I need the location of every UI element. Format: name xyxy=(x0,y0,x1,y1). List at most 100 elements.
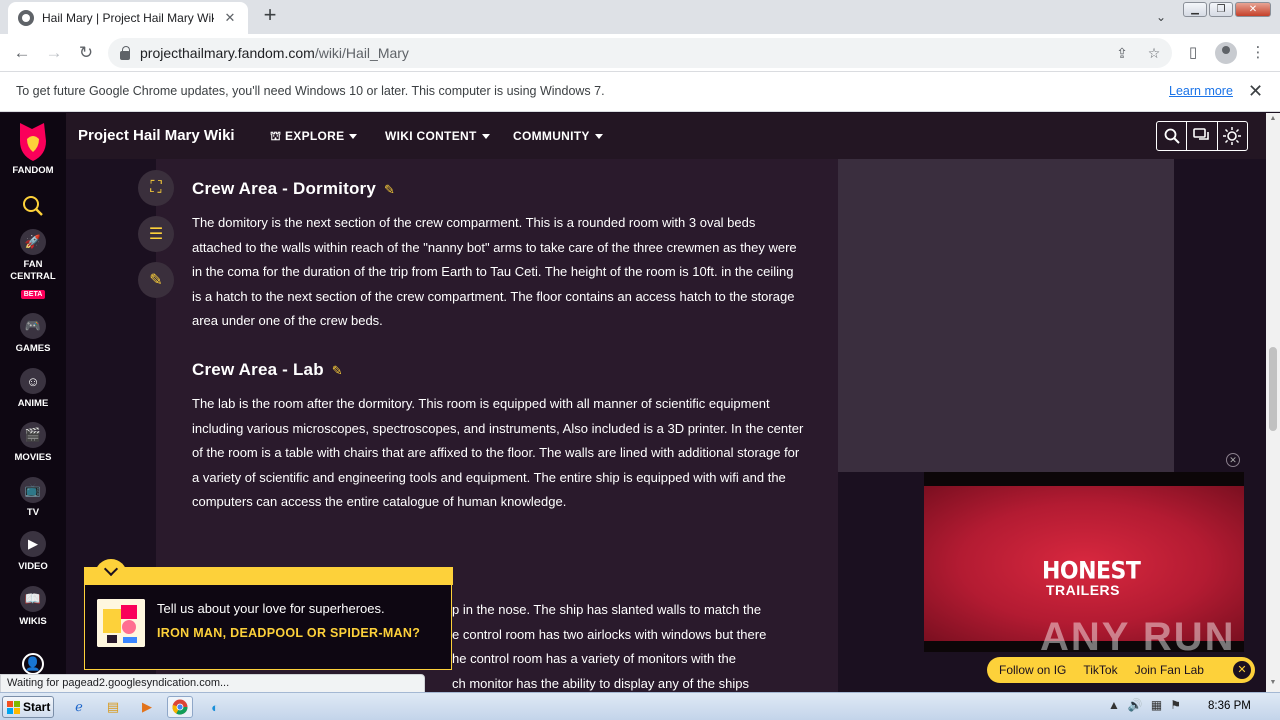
discussions-icon[interactable] xyxy=(1187,122,1218,150)
chrome-menu-icon[interactable]: ⋮ xyxy=(1247,42,1269,64)
beta-badge: BETA xyxy=(20,290,46,299)
rail-item-video[interactable]: ▶ VIDEO xyxy=(0,531,66,573)
action-center-flag-icon[interactable]: ⚑ xyxy=(1170,698,1181,712)
address-bar[interactable]: projecthailmary.fandom.com/wiki/Hail_Mar… xyxy=(108,38,1172,68)
new-tab-button[interactable]: + xyxy=(258,4,282,28)
scroll-up-icon[interactable]: ▲ xyxy=(1269,115,1277,122)
browser-status-bubble: Waiting for pagead2.googlesyndication.co… xyxy=(0,674,425,693)
scroll-down-icon[interactable]: ▼ xyxy=(1269,679,1277,686)
windows-logo-icon xyxy=(7,700,20,714)
back-arrow-icon[interactable]: ← xyxy=(10,41,34,65)
explore-menu[interactable]: ⛫ EXPLORE xyxy=(270,129,358,145)
scrollbar-thumb[interactable] xyxy=(1269,347,1277,431)
url-text: projecthailmary.fandom.com/wiki/Hail_Mar… xyxy=(140,45,409,61)
dormitory-paragraph: The domitory is the next section of the … xyxy=(192,215,797,328)
rail-item-games[interactable]: 🎮 GAMES xyxy=(0,313,66,355)
fandom-logo[interactable]: FANDOM xyxy=(0,119,66,177)
profile-avatar-icon[interactable] xyxy=(1215,42,1237,64)
edit-section-icon[interactable]: ✎ xyxy=(384,182,395,197)
fullscreen-icon[interactable]: ⛶ xyxy=(138,170,174,206)
follow-instagram-link[interactable]: Follow on IG xyxy=(999,663,1066,677)
rail-label-fan-central: FAN CENTRAL xyxy=(10,259,56,282)
bookmark-star-icon[interactable]: ☆ xyxy=(1144,43,1164,63)
chevron-down-icon xyxy=(481,134,490,140)
volume-icon[interactable]: 🔊 xyxy=(1128,698,1143,712)
browser-tab[interactable]: Hail Mary | Project Hail Mary Wiki | F ✕ xyxy=(8,2,248,34)
tray-expand-icon[interactable]: ▲ xyxy=(1108,698,1120,712)
rail-item-anime[interactable]: ☺ ANIME xyxy=(0,368,66,410)
page-scrollbar[interactable]: ▲ ▼ xyxy=(1266,113,1280,692)
gamepad-icon: 🎮 xyxy=(20,313,46,339)
update-infobar: To get future Google Chrome updates, you… xyxy=(0,72,1280,112)
restore-button[interactable]: ❐ xyxy=(1209,2,1233,17)
theme-sun-icon[interactable] xyxy=(1218,122,1247,150)
rail-search[interactable] xyxy=(0,195,66,217)
fandom-logo-label: FANDOM xyxy=(12,165,54,176)
anime-face-icon: ☺ xyxy=(20,368,46,394)
control-room-paragraph-partial: p in the nose. The ship has slanted wall… xyxy=(452,602,767,691)
learn-more-link[interactable]: Learn more xyxy=(1169,84,1233,98)
reload-icon[interactable]: ↻ xyxy=(74,41,98,65)
internet-explorer-icon[interactable]: ℯ xyxy=(66,696,92,718)
windows-taskbar: Start ℯ ▤ ▶ ◐ ▲ 🔊 ▦ ⚑ 8:36 PM xyxy=(0,692,1280,720)
section-heading-lab: Crew Area - Lab ✎ xyxy=(192,360,343,379)
share-icon[interactable]: ⇪ xyxy=(1112,43,1132,63)
edit-section-icon[interactable]: ✎ xyxy=(332,363,343,378)
collapse-chevron-icon[interactable] xyxy=(95,559,127,583)
explore-icon: ⛫ xyxy=(270,129,285,143)
lab-paragraph: The lab is the room after the dormitory.… xyxy=(192,396,804,509)
rail-label-anime: ANIME xyxy=(17,398,49,409)
infobar-close-icon[interactable]: ✕ xyxy=(1248,81,1263,102)
file-explorer-icon[interactable]: ▤ xyxy=(100,696,126,718)
social-bar-close-icon[interactable]: ✕ xyxy=(1233,661,1251,679)
minimize-button[interactable]: ▁ xyxy=(1183,2,1207,17)
tab-title: Hail Mary | Project Hail Mary Wiki | F xyxy=(42,11,214,25)
window-close-button[interactable]: ✕ xyxy=(1235,2,1271,17)
rail-item-fan-central[interactable]: 🚀 FAN CENTRAL BETA xyxy=(0,229,66,301)
rail-label-games: GAMES xyxy=(15,343,51,354)
community-menu[interactable]: COMMUNITY xyxy=(513,129,603,143)
wiki-title[interactable]: Project Hail Mary Wiki xyxy=(78,127,235,144)
rail-item-wikis[interactable]: 📖 WIKIS xyxy=(0,586,66,628)
window-controls: ▁ ❐ ✕ xyxy=(1183,2,1271,18)
rail-user[interactable]: 👤 xyxy=(0,653,66,675)
tv-icon: 📺 xyxy=(20,477,46,503)
quiz-thumbnail xyxy=(97,599,145,647)
ad-close-icon[interactable]: ✕ xyxy=(1226,453,1240,467)
user-icon: 👤 xyxy=(22,653,44,675)
system-tray: ▲ 🔊 ▦ ⚑ xyxy=(1108,698,1181,712)
browser-toolbar: ← → ↻ projecthailmary.fandom.com/wiki/Ha… xyxy=(0,34,1280,72)
forward-arrow-icon[interactable]: → xyxy=(42,41,66,65)
media-player-icon[interactable]: ▶ xyxy=(134,696,160,718)
chevron-down-icon xyxy=(594,134,603,140)
start-button[interactable]: Start xyxy=(2,696,54,718)
rocket-icon: 🚀 xyxy=(20,229,46,255)
chevron-down-icon xyxy=(349,134,358,140)
wiki-content-menu[interactable]: WIKI CONTENT xyxy=(385,129,490,143)
fandom-favicon-icon xyxy=(18,10,34,26)
rail-item-movies[interactable]: 🎬 MOVIES xyxy=(0,422,66,464)
table-of-contents-icon[interactable]: ☰ xyxy=(138,216,174,252)
clapperboard-icon: 🎬 xyxy=(20,422,46,448)
book-icon: 📖 xyxy=(20,586,46,612)
anyrun-watermark: ANY RUN xyxy=(1040,615,1236,659)
side-panel-icon[interactable]: ▯ xyxy=(1182,42,1204,64)
chrome-taskbar-icon[interactable] xyxy=(167,696,193,718)
rail-label-movies: MOVIES xyxy=(14,452,52,463)
network-icon[interactable]: ▦ xyxy=(1151,698,1162,712)
join-fan-lab-link[interactable]: Join Fan Lab xyxy=(1135,663,1204,677)
tiktok-link[interactable]: TikTok xyxy=(1083,663,1117,677)
taskbar-clock[interactable]: 8:36 PM xyxy=(1208,700,1251,712)
quiz-question: Tell us about your love for superheroes. xyxy=(157,601,385,616)
wiki-search-icon[interactable] xyxy=(1157,122,1188,150)
edge-icon[interactable]: ◐ xyxy=(202,696,228,718)
infobar-message: To get future Google Chrome updates, you… xyxy=(16,84,605,98)
quiz-popup[interactable]: Tell us about your love for superheroes.… xyxy=(84,559,453,670)
quiz-answer-link[interactable]: IRON MAN, DEADPOOL OR SPIDER-MAN? xyxy=(157,626,427,641)
tab-close-icon[interactable]: ✕ xyxy=(222,10,238,26)
ad-title-line2: TRAILERS xyxy=(1046,582,1120,598)
edit-pencil-icon[interactable]: ✎ xyxy=(138,262,174,298)
social-follow-bar: Follow on IG TikTok Join Fan Lab ✕ xyxy=(987,657,1255,683)
tab-search-chevron-icon[interactable]: ⌄ xyxy=(1150,6,1172,28)
rail-item-tv[interactable]: 📺 TV xyxy=(0,477,66,519)
